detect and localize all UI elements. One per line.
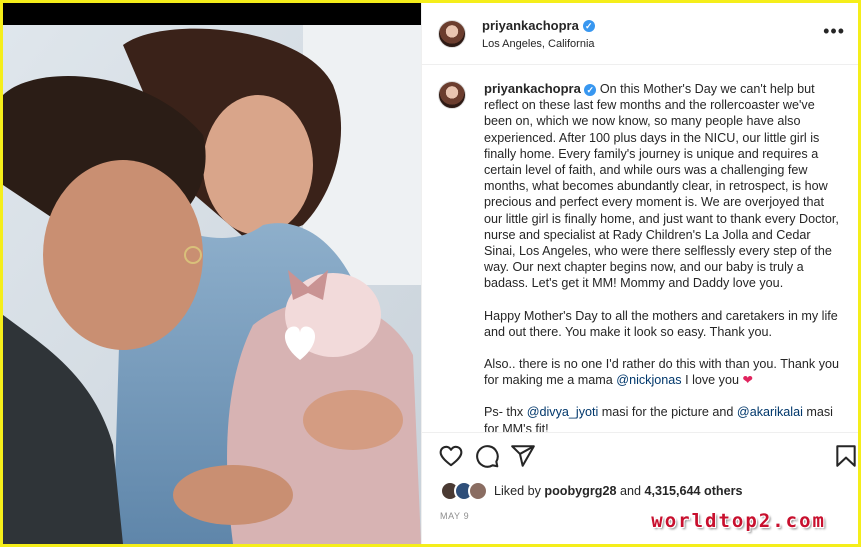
header-avatar[interactable] [438, 20, 466, 48]
liker-username[interactable]: poobygrg28 [544, 484, 616, 498]
caption-p4-text: Ps- thx [484, 405, 527, 420]
caption-area[interactable]: priyankachopra ✓ On this Mother's Day we… [422, 65, 858, 433]
verified-icon: ✓ [582, 19, 595, 32]
bookmark-icon[interactable] [833, 443, 858, 469]
mention-akarikalai[interactable]: @akarikalai [737, 405, 803, 419]
caption-paragraph-3: Also.. there is no one I'd rather do thi… [484, 356, 844, 388]
liked-by-text: Liked by poobygrg28 and 4,315,644 others [494, 484, 743, 498]
heart-icon[interactable] [438, 443, 464, 469]
post-photo[interactable] [3, 3, 421, 544]
caption-paragraph-4: Ps- thx @divya_jyoti masi for the pictur… [484, 404, 844, 432]
caption-text: priyankachopra ✓ On this Mother's Day we… [484, 81, 844, 432]
action-bar [422, 435, 858, 475]
caption-p4-middle: masi for the picture and [598, 405, 737, 420]
header-username[interactable]: priyankachopra [482, 18, 579, 33]
family-photo-image [3, 25, 421, 544]
red-heart-emoji: ❤ [742, 373, 754, 388]
caption-paragraph-2: Happy Mother's Day to all the mothers an… [484, 308, 838, 339]
liker-avatar [468, 481, 488, 501]
header-user: priyankachopra ✓ [482, 18, 595, 33]
liked-by-prefix: Liked by [494, 484, 545, 498]
watermark-logo: worldtop2.com [651, 510, 826, 532]
liker-avatars[interactable] [440, 481, 488, 501]
likes-count[interactable]: 4,315,644 others [645, 484, 743, 498]
caption-p3-after: I love you [681, 373, 743, 388]
liked-by-middle: and [616, 484, 645, 498]
share-icon[interactable] [510, 443, 536, 469]
mention-divya-jyoti[interactable]: @divya_jyoti [527, 405, 599, 419]
post-date[interactable]: MAY 9 [440, 511, 469, 521]
caption-paragraph-1-text: On this Mother's Day we can't help but r… [484, 82, 839, 291]
post-header: priyankachopra ✓ Los Angeles, California… [422, 3, 858, 65]
header-location[interactable]: Los Angeles, California [482, 38, 595, 50]
photo-letterbox [3, 3, 421, 25]
more-icon[interactable]: ••• [823, 21, 845, 42]
comment-icon[interactable] [474, 443, 500, 469]
verified-icon: ✓ [584, 84, 597, 96]
caption-avatar[interactable] [438, 81, 466, 109]
liked-by-row: Liked by poobygrg28 and 4,315,644 others [440, 481, 743, 501]
caption-username[interactable]: priyankachopra [484, 81, 581, 96]
caption-paragraph-1: priyankachopra ✓ On this Mother's Day we… [484, 81, 844, 292]
mention-nickjonas[interactable]: @nickjonas [616, 373, 681, 387]
post-frame: priyankachopra ✓ Los Angeles, California… [3, 3, 858, 544]
post-details-panel: priyankachopra ✓ Los Angeles, California… [421, 3, 858, 544]
